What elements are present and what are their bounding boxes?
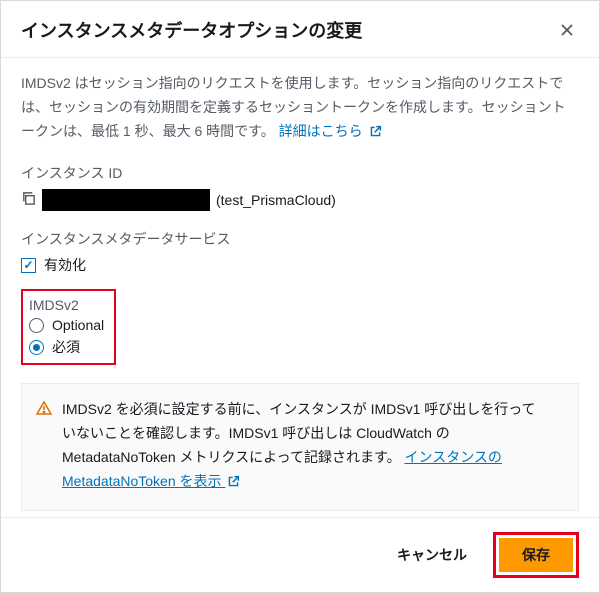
imdsv2-option-required[interactable]: 必須	[29, 337, 104, 357]
metadata-enabled-checkbox[interactable]	[21, 258, 36, 273]
save-button-highlight: 保存	[493, 532, 579, 578]
imdsv2-group-highlight: IMDSv2 Optional 必須	[21, 289, 116, 365]
warning-text: IMDSv2 を必須に設定する前に、インスタンスが IMDSv1 呼び出しを行っ…	[62, 398, 538, 495]
warning-alert: IMDSv2 を必須に設定する前に、インスタンスが IMDSv1 呼び出しを行っ…	[21, 383, 579, 510]
metadata-enabled-row[interactable]: 有効化	[21, 255, 579, 275]
radio-label-optional: Optional	[52, 317, 104, 333]
close-icon	[559, 22, 575, 38]
copy-icon[interactable]	[21, 191, 36, 209]
cancel-button[interactable]: キャンセル	[383, 539, 481, 571]
metadata-service-label: インスタンスメタデータサービス	[21, 229, 579, 249]
description-text: IMDSv2 はセッション指向のリクエストを使用します。セッション指向のリクエス…	[21, 72, 579, 145]
instance-id-label: インスタンス ID	[21, 163, 579, 183]
metadata-enabled-label: 有効化	[44, 255, 86, 275]
modal-body: IMDSv2 はセッション指向のリクエストを使用します。セッション指向のリクエス…	[1, 58, 599, 517]
modal-header: インスタンスメタデータオプションの変更	[1, 1, 599, 58]
save-button[interactable]: 保存	[499, 538, 573, 572]
radio-icon	[29, 318, 44, 333]
radio-icon	[29, 340, 44, 355]
warning-icon	[36, 400, 52, 495]
learn-more-link[interactable]: 詳細はこちら	[279, 123, 382, 139]
modal-footer: キャンセル 保存	[1, 517, 599, 592]
instance-id-value-redacted	[42, 189, 210, 211]
external-link-icon	[227, 472, 240, 496]
external-link-icon	[369, 122, 382, 146]
learn-more-label: 詳細はこちら	[279, 123, 363, 139]
close-button[interactable]	[555, 18, 579, 42]
modal-title: インスタンスメタデータオプションの変更	[21, 17, 362, 43]
imdsv2-label: IMDSv2	[29, 297, 104, 313]
imdsv2-option-optional[interactable]: Optional	[29, 317, 104, 333]
instance-name: (test_PrismaCloud)	[216, 192, 336, 208]
instance-id-row: (test_PrismaCloud)	[21, 189, 579, 211]
modal-change-instance-metadata-options: インスタンスメタデータオプションの変更 IMDSv2 はセッション指向のリクエス…	[0, 0, 600, 593]
radio-label-required: 必須	[52, 337, 80, 357]
